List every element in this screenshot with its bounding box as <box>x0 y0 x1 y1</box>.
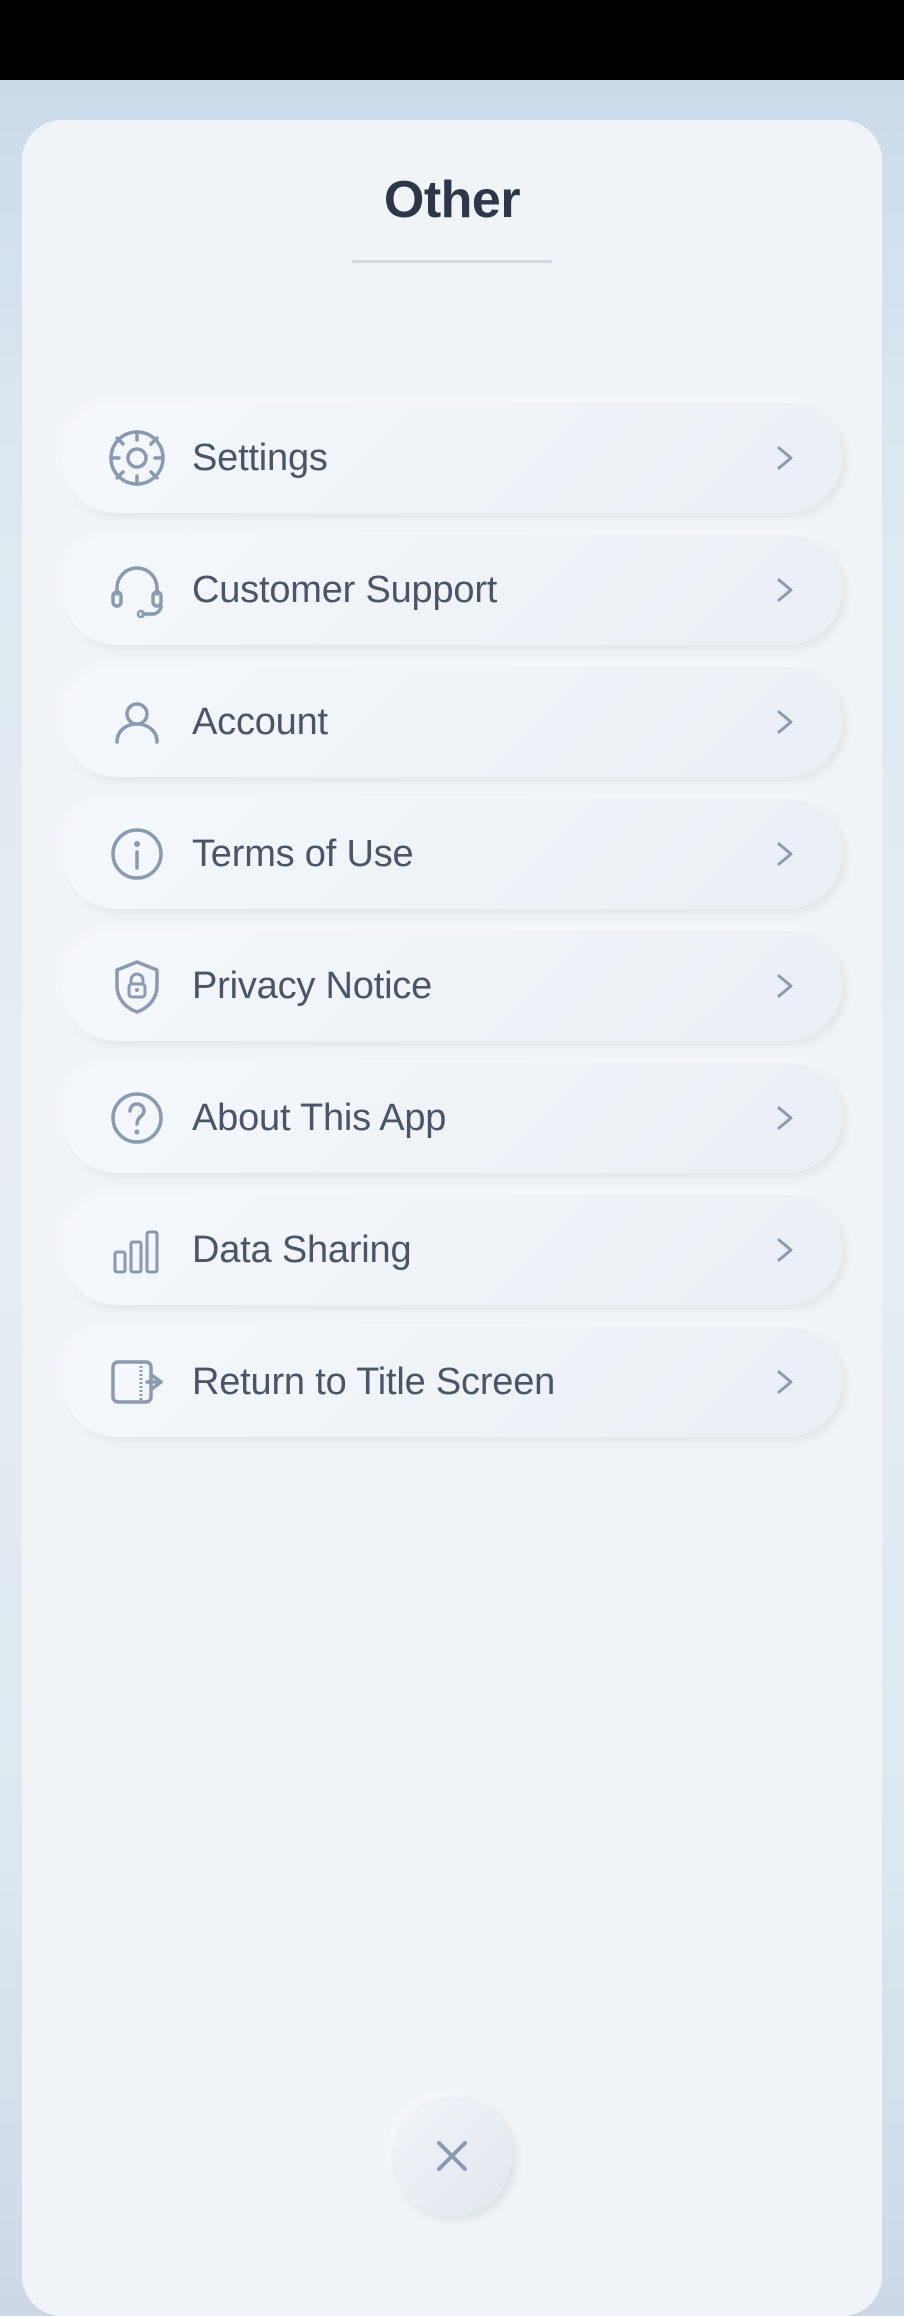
return-to-title-screen-chevron <box>766 1364 802 1400</box>
about-this-app-label: About This App <box>172 1097 766 1140</box>
customer-support-item[interactable]: Customer Support <box>62 535 842 645</box>
customer-support-chevron <box>766 572 802 608</box>
data-sharing-chevron <box>766 1232 802 1268</box>
status-bar <box>0 0 904 80</box>
terms-of-use-chevron <box>766 836 802 872</box>
settings-label: Settings <box>172 437 766 480</box>
gear-icon <box>102 423 172 493</box>
data-sharing-label: Data Sharing <box>172 1229 766 1272</box>
question-icon <box>102 1083 172 1153</box>
privacy-notice-label: Privacy Notice <box>172 965 766 1008</box>
main-card: Other Settings <box>22 120 882 2316</box>
terms-of-use-item[interactable]: Terms of Use <box>62 799 842 909</box>
about-this-app-item[interactable]: About This App <box>62 1063 842 1173</box>
terms-of-use-label: Terms of Use <box>172 833 766 876</box>
account-chevron <box>766 704 802 740</box>
close-button[interactable] <box>392 2096 512 2216</box>
account-item[interactable]: Account <box>62 667 842 777</box>
headset-icon <box>102 555 172 625</box>
data-sharing-item[interactable]: Data Sharing <box>62 1195 842 1305</box>
account-label: Account <box>172 701 766 744</box>
chart-icon <box>102 1215 172 1285</box>
page-title: Other <box>384 170 520 230</box>
shield-lock-icon <box>102 951 172 1021</box>
about-this-app-chevron <box>766 1100 802 1136</box>
return-icon <box>102 1347 172 1417</box>
divider <box>352 260 552 263</box>
settings-chevron <box>766 440 802 476</box>
privacy-notice-chevron <box>766 968 802 1004</box>
customer-support-label: Customer Support <box>172 569 766 612</box>
privacy-notice-item[interactable]: Privacy Notice <box>62 931 842 1041</box>
info-icon <box>102 819 172 889</box>
return-to-title-screen-label: Return to Title Screen <box>172 1361 766 1404</box>
account-icon <box>102 687 172 757</box>
settings-item[interactable]: Settings <box>62 403 842 513</box>
menu-list: Settings Customer Support <box>62 403 842 1437</box>
return-to-title-screen-item[interactable]: Return to Title Screen <box>62 1327 842 1437</box>
